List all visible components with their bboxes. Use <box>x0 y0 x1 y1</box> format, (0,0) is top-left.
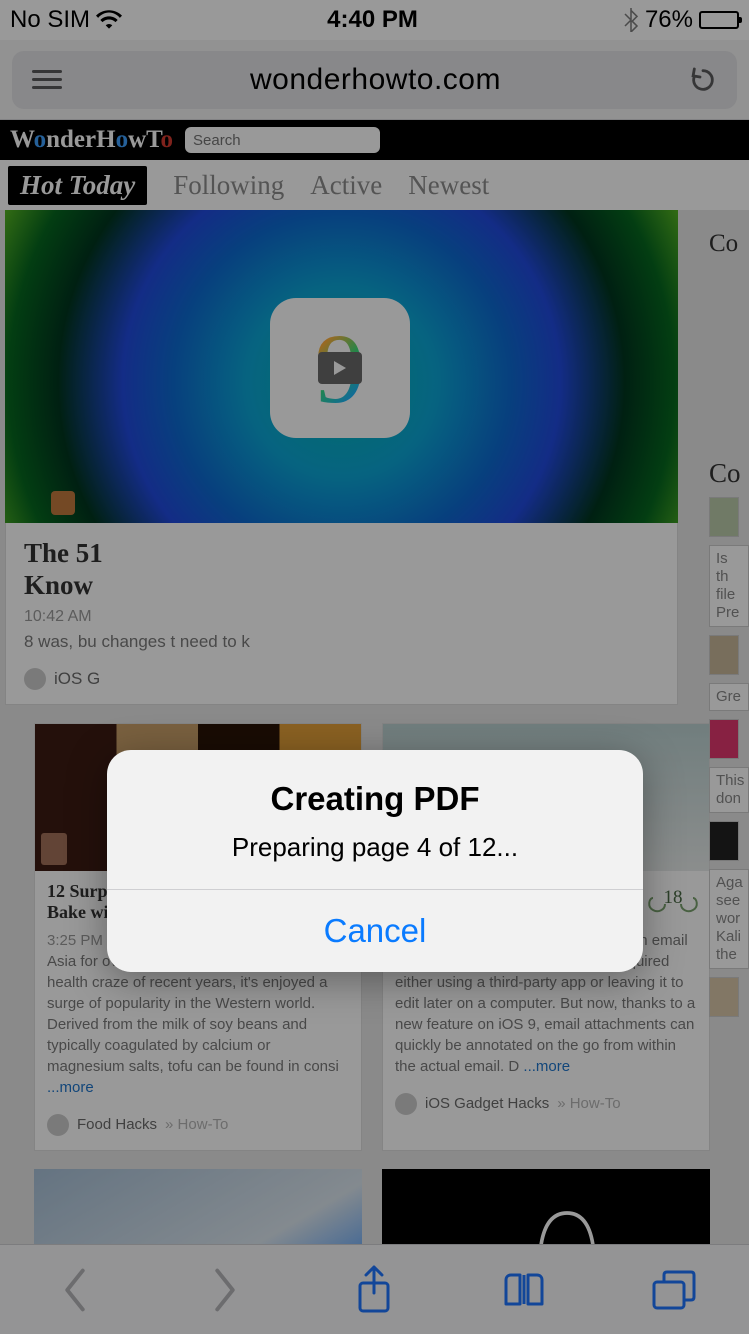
alert-dialog: Creating PDF Preparing page 4 of 12... C… <box>107 750 643 972</box>
alert-message: Preparing page 4 of 12... <box>127 832 623 863</box>
alert-title: Creating PDF <box>127 780 623 818</box>
cancel-button[interactable]: Cancel <box>107 889 643 972</box>
modal-backdrop <box>0 0 749 1334</box>
